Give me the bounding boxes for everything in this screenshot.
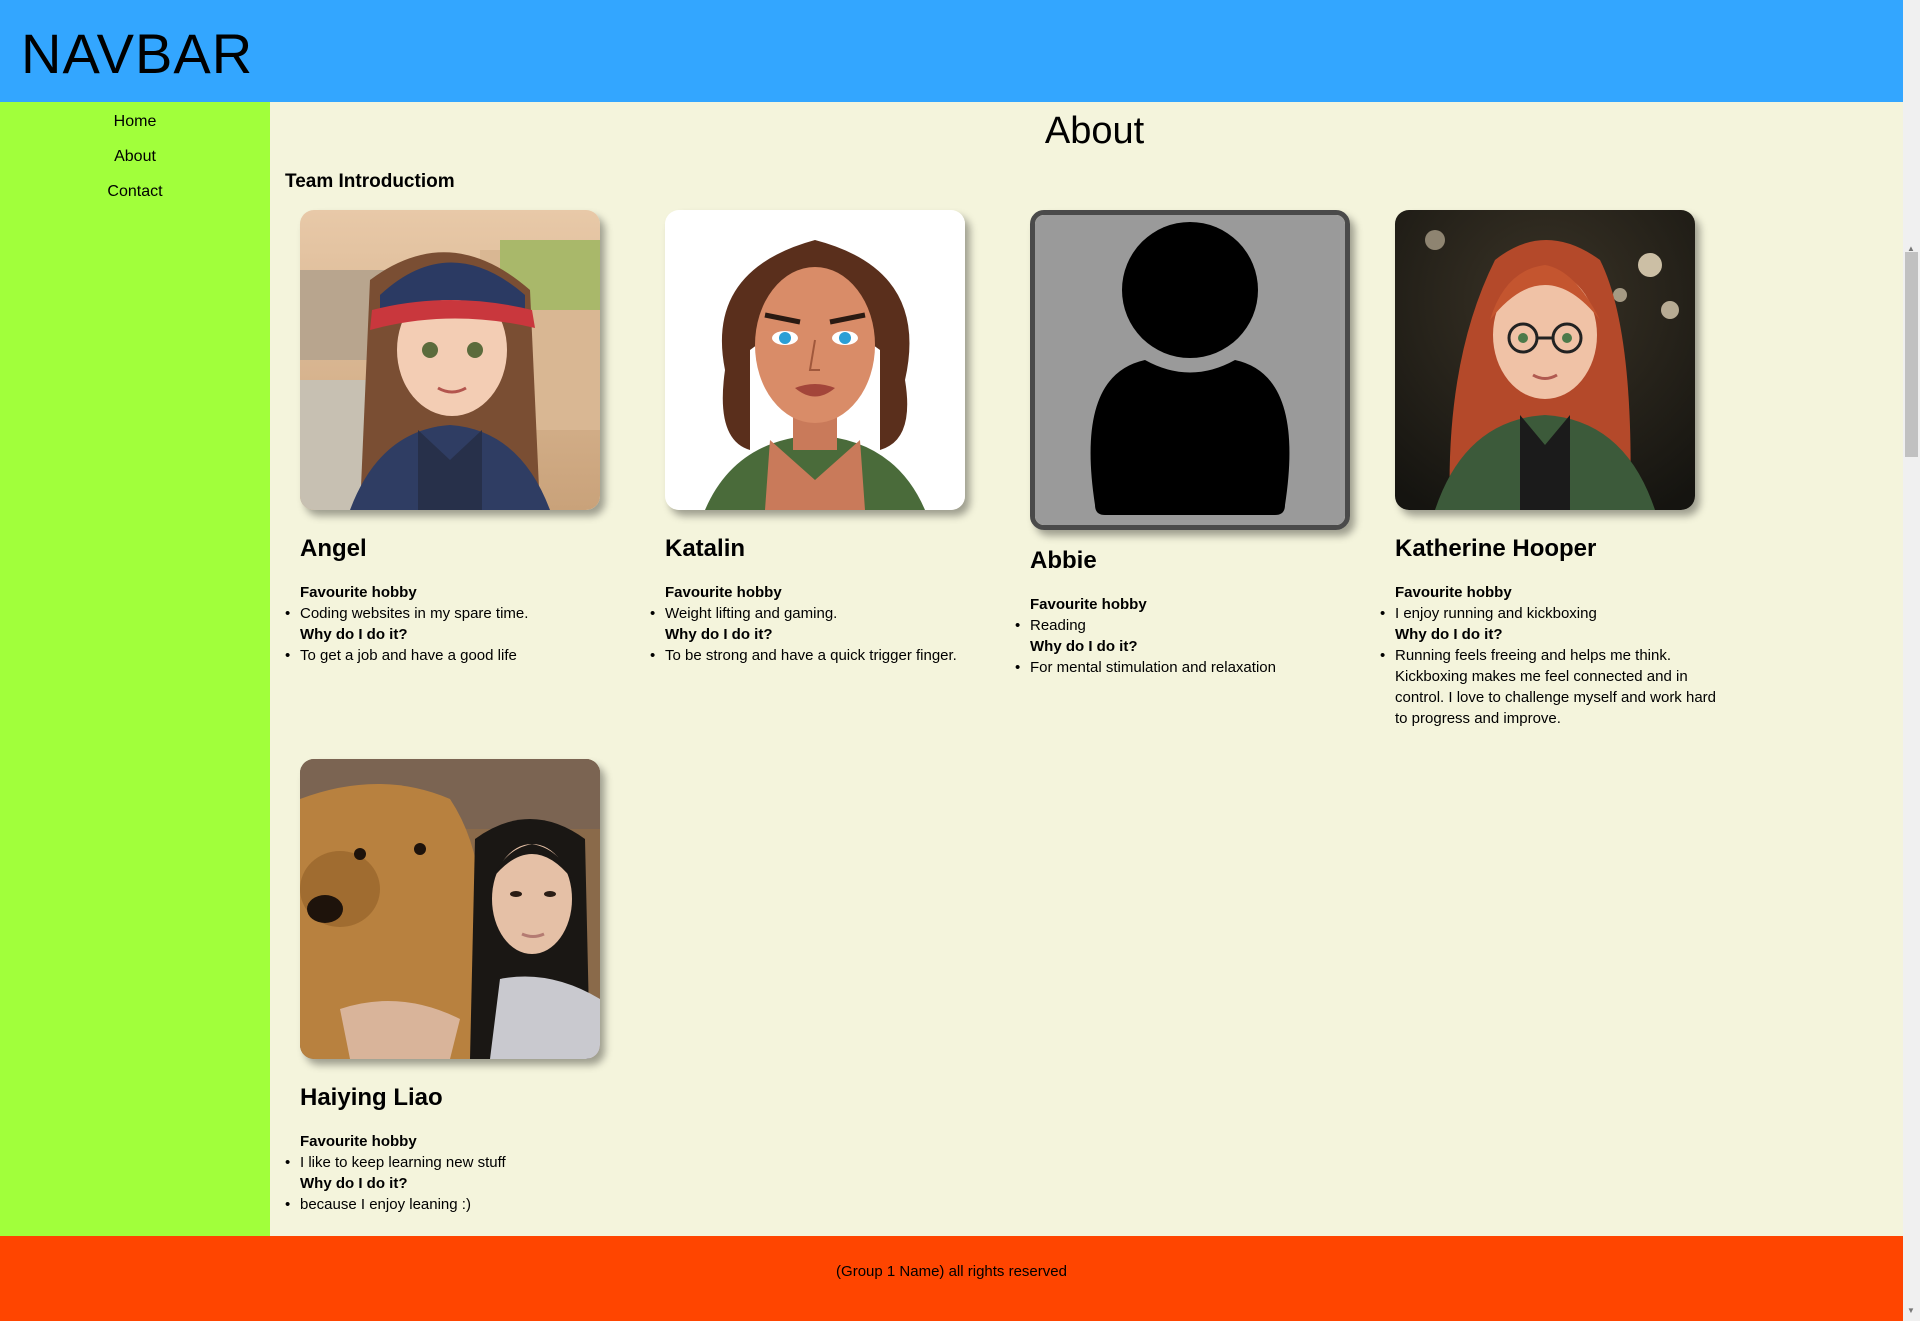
sidebar-item-home[interactable]: Home: [0, 104, 270, 139]
hobby-label: Favourite hobby: [665, 584, 782, 601]
why-text: because I enjoy leaning :): [285, 1194, 640, 1215]
member-photo: [1030, 210, 1350, 530]
why-label: Why do I do it?: [300, 626, 408, 643]
team-member-card: Katalin Favourite hobby Weight lifting a…: [650, 210, 1005, 666]
hobby-label: Favourite hobby: [1030, 596, 1147, 613]
why-list: For mental stimulation and relaxation: [1015, 657, 1370, 678]
member-photo-illustration: [300, 210, 600, 510]
hobby-label: Favourite hobby: [300, 1133, 417, 1150]
member-photo: [1395, 210, 1695, 510]
main-content: About Team Introductiom Angel Favourite …: [270, 102, 1903, 1236]
team-member-card: Haiying Liao Favourite hobby I like to k…: [285, 759, 640, 1215]
why-text: For mental stimulation and relaxation: [1015, 657, 1370, 678]
hobby-text: Reading: [1015, 615, 1370, 636]
hobby-text: I like to keep learning new stuff: [285, 1152, 640, 1173]
hobby-list: Coding websites in my spare time.: [285, 603, 640, 624]
member-name: Angel: [300, 535, 367, 562]
footer: (Group 1 Name) all rights reserved: [0, 1236, 1903, 1321]
member-photo: [665, 210, 965, 510]
sidebar: Home About Contact: [0, 102, 270, 1236]
why-list: because I enjoy leaning :): [285, 1194, 640, 1215]
hobby-text: Coding websites in my spare time.: [285, 603, 640, 624]
hobby-text: I enjoy running and kickboxing: [1380, 603, 1725, 624]
scrollbar-thumb[interactable]: [1905, 252, 1918, 457]
page-title: About: [1044, 110, 1145, 152]
hobby-list: I enjoy running and kickboxing: [1380, 603, 1725, 624]
why-text: To get a job and have a good life: [285, 645, 640, 666]
section-title: Team Introductiom: [285, 171, 455, 192]
member-photo-illustration: [665, 210, 965, 510]
member-name: Abbie: [1030, 547, 1097, 574]
why-label: Why do I do it?: [1395, 626, 1503, 643]
team-member-card: Katherine Hooper Favourite hobby I enjoy…: [1380, 210, 1725, 729]
team-member-card: Abbie Favourite hobby Reading Why do I d…: [1015, 210, 1370, 678]
why-list: Running feels freeing and helps me think…: [1380, 645, 1725, 729]
navbar-brand[interactable]: NAVBAR: [21, 22, 253, 86]
member-photo-illustration: [1395, 210, 1695, 510]
member-photo: [300, 210, 600, 510]
member-name: Katherine Hooper: [1395, 535, 1597, 562]
sidebar-item-contact[interactable]: Contact: [0, 174, 270, 209]
why-text: Running feels freeing and helps me think…: [1380, 645, 1725, 729]
why-list: To get a job and have a good life: [285, 645, 640, 666]
sidebar-nav: Home About Contact: [0, 102, 270, 209]
why-list: To be strong and have a quick trigger fi…: [650, 645, 1005, 666]
why-label: Why do I do it?: [665, 626, 773, 643]
member-name: Haiying Liao: [300, 1084, 443, 1111]
member-photo-illustration: [300, 759, 600, 1059]
member-photo: [300, 759, 600, 1059]
scroll-down-arrow-icon[interactable]: ▼: [1907, 1306, 1915, 1315]
member-name: Katalin: [665, 535, 746, 562]
team-member-card: Angel Favourite hobby Coding websites in…: [285, 210, 640, 666]
vertical-scrollbar[interactable]: ▲ ▼: [1903, 0, 1920, 1321]
app-root: NAVBAR Home About Contact About Team Int…: [0, 0, 1903, 1321]
hobby-list: Weight lifting and gaming.: [650, 603, 1005, 624]
hobby-list: I like to keep learning new stuff: [285, 1152, 640, 1173]
hobby-text: Weight lifting and gaming.: [650, 603, 1005, 624]
hobby-label: Favourite hobby: [1395, 584, 1512, 601]
why-label: Why do I do it?: [300, 1175, 408, 1192]
footer-text: (Group 1 Name) all rights reserved: [836, 1263, 1067, 1280]
sidebar-item-about[interactable]: About: [0, 139, 270, 174]
why-text: To be strong and have a quick trigger fi…: [650, 645, 1005, 666]
avatar-placeholder-icon: [1035, 215, 1345, 525]
why-label: Why do I do it?: [1030, 638, 1138, 655]
hobby-label: Favourite hobby: [300, 584, 417, 601]
hobby-list: Reading: [1015, 615, 1370, 636]
navbar: NAVBAR: [0, 0, 1903, 102]
